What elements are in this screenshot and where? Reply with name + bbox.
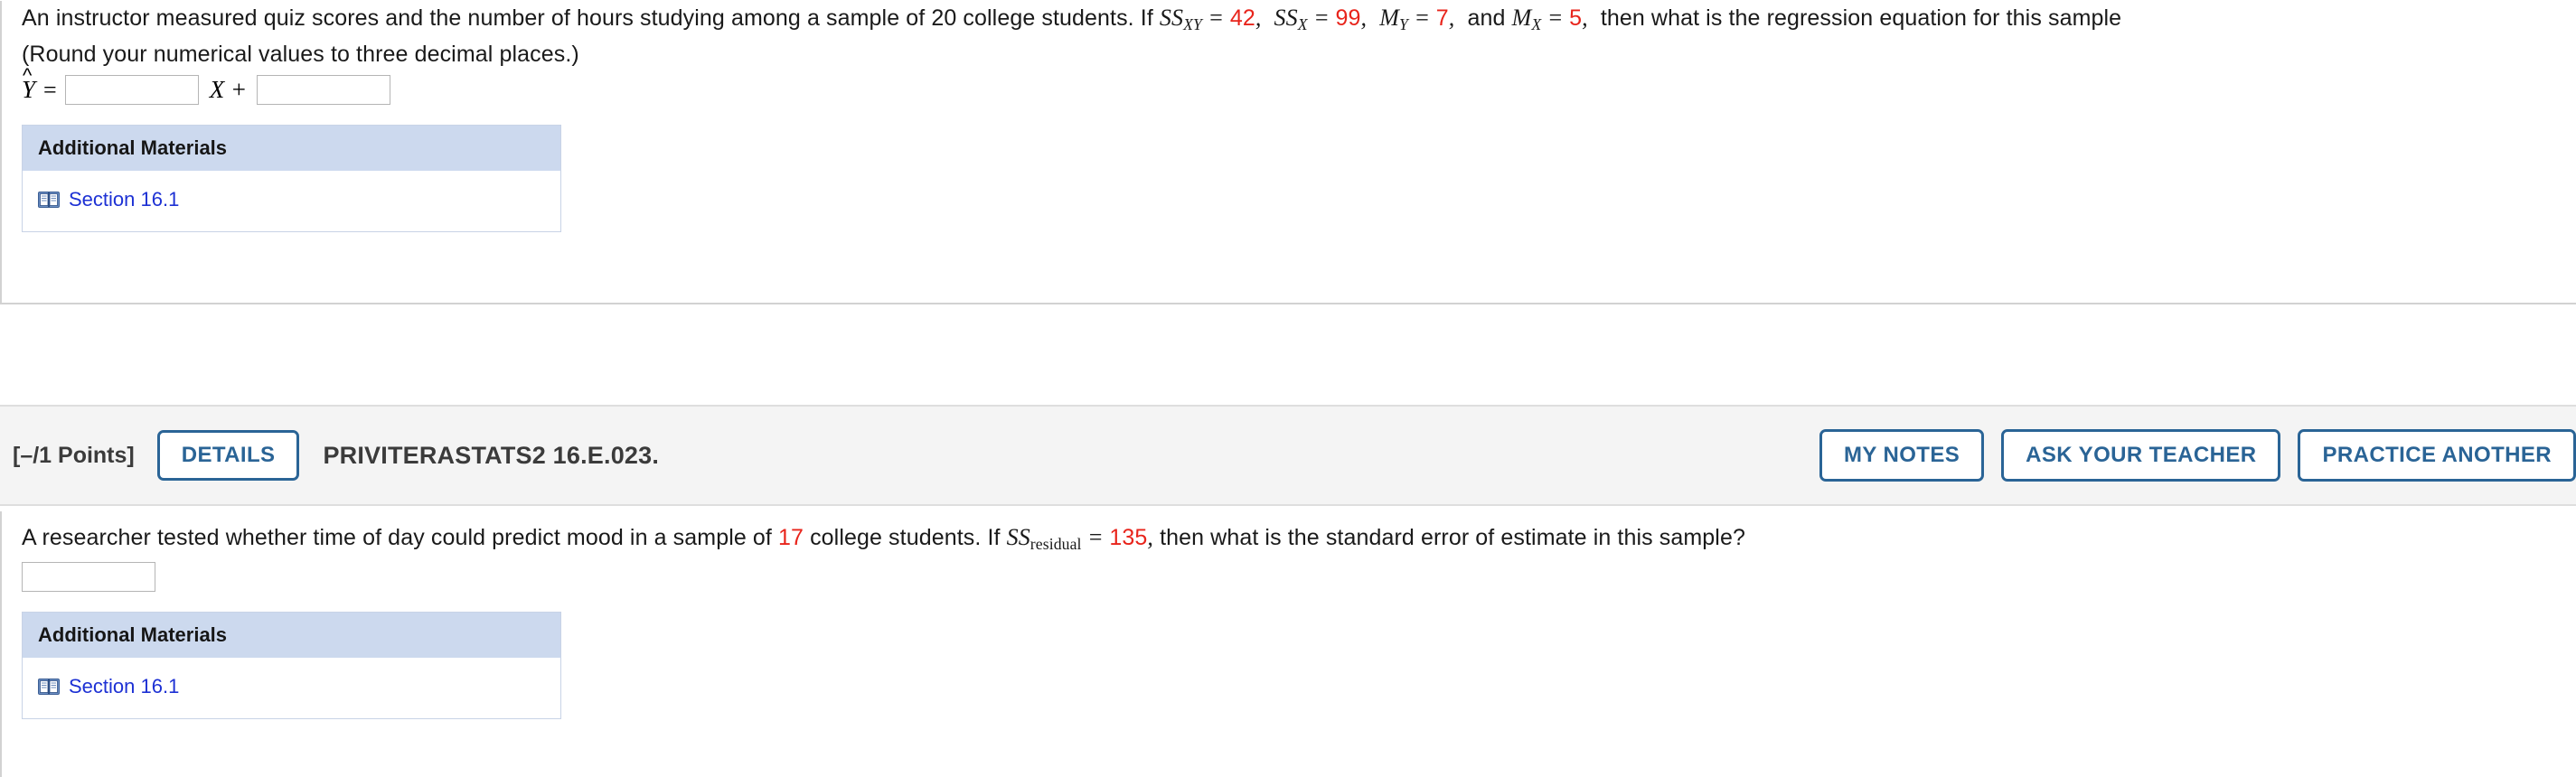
slope-input[interactable] [64,75,199,105]
m-x-value: 5 [1569,5,1583,31]
ss-x-symbol: SSX [1274,5,1308,33]
question-1-prompt-line-2: (Round your numerical values to three de… [22,42,579,67]
question-block-2: A researcher tested whether time of day … [0,511,2576,777]
sample-size-value: 17 [778,525,804,550]
question-1-body: An instructor measured quiz scores and t… [0,1,2576,304]
ss-xy-value: 42 [1229,5,1255,31]
m-x-equals: = [1541,5,1570,31]
equals-sign: = [43,76,57,103]
m-y-equals: = [1407,5,1436,31]
question-1-prompt-line-1: An instructor measured quiz scores and t… [22,1,2576,37]
details-button[interactable]: DETAILS [156,430,300,481]
ss-x-comma: , [1360,5,1368,31]
ss-xy-comma: , [1255,5,1262,31]
points-label: [–/1 Points] [13,442,135,468]
m-y-comma: , [1448,5,1455,31]
ss-residual-equals: = [1081,524,1110,550]
ss-residual-value: 135 [1109,525,1148,550]
y-hat-symbol: ^ Y [22,64,37,104]
question-1-additional-materials: Additional Materials Section 16.1 [22,125,561,232]
section-link[interactable]: Section 16.1 [38,187,179,212]
m-y-value: 7 [1435,5,1449,31]
ask-your-teacher-button[interactable]: ASK YOUR TEACHER [2001,429,2281,482]
header-action-buttons: MY NOTES ASK YOUR TEACHER PRACTICE ANOTH… [1819,429,2576,482]
section-link-label-2: Section 16.1 [69,675,180,697]
additional-materials-body-2: Section 16.1 [23,658,560,718]
question-1-prompt-text-a: An instructor measured quiz scores and t… [22,5,1160,31]
standard-error-input[interactable] [22,562,155,592]
ss-xy-symbol: SSXY [1159,5,1202,33]
section-link-label: Section 16.1 [69,188,180,211]
question-2-answer-row [22,562,2576,592]
additional-materials-title: Additional Materials [23,126,560,171]
question-2-prompt: A researcher tested whether time of day … [22,520,2576,557]
question-2-prompt-text-c: then what is the standard error of estim… [1153,525,1745,550]
question-2-body: A researcher tested whether time of day … [0,511,2576,777]
book-icon [38,192,60,208]
ss-x-value: 99 [1335,5,1361,31]
and-connector: and [1467,5,1506,31]
m-x-symbol: MX [1511,5,1542,33]
question-1-prompt-text-b: then what is the regression equation for… [1600,5,2122,31]
hat-accent: ^ [23,64,33,87]
ss-xy-equals: = [1201,5,1230,31]
intercept-input[interactable] [257,75,391,105]
question-block-1: An instructor measured quiz scores and t… [0,0,2576,304]
question-code: PRIVITERASTATS2 16.E.023. [323,441,660,469]
ss-x-equals: = [1307,5,1336,31]
question-2-additional-materials: Additional Materials Section 16.1 [22,612,561,719]
practice-another-button[interactable]: PRACTICE ANOTHER [2298,429,2576,482]
my-notes-button[interactable]: MY NOTES [1819,429,1985,482]
question-2-prompt-text-a: A researcher tested whether time of day … [22,525,779,550]
ss-residual-symbol: SSresidual [1006,524,1082,553]
question-2-header-bar: [–/1 Points] DETAILS PRIVITERASTATS2 16.… [0,405,2576,506]
m-x-comma: , [1582,5,1588,31]
question-2-prompt-text-b: college students. If [804,525,1007,550]
m-y-symbol: MY [1379,5,1408,33]
x-plus-label: X + [209,76,248,103]
additional-materials-body: Section 16.1 [23,171,560,231]
additional-materials-title-2: Additional Materials [23,613,560,658]
section-link-2[interactable]: Section 16.1 [38,674,179,699]
book-icon [38,679,60,695]
question-1-answer-row: ^ Y = X + [22,64,2576,105]
